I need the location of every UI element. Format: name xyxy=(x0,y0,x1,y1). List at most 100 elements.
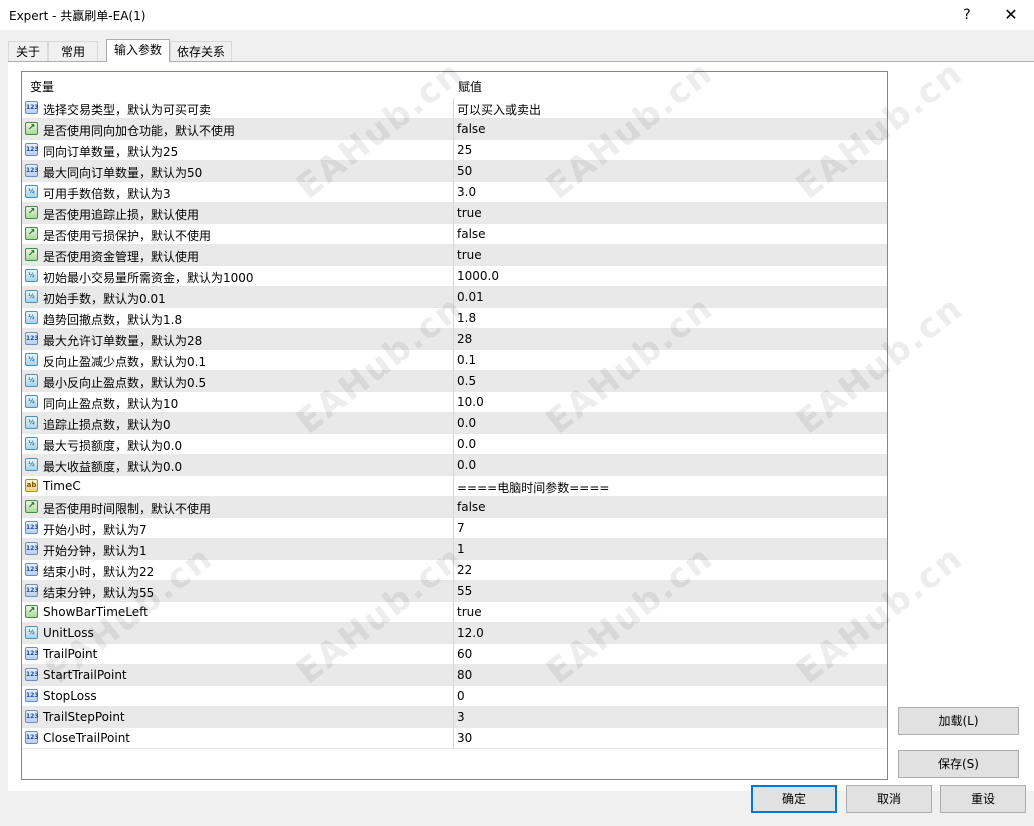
double-type-icon: ½ xyxy=(25,374,38,387)
parameter-row[interactable]: 123 最大同向订单数量，默认为50 50 xyxy=(22,161,887,182)
parameter-value[interactable]: 1.8 xyxy=(457,311,476,325)
parameter-name: 同向订单数量，默认为25 xyxy=(43,145,179,159)
boolean-type-icon: ↗ xyxy=(25,500,38,513)
parameter-value[interactable]: 12.0 xyxy=(457,626,484,640)
load-button[interactable]: 加载(L) xyxy=(898,707,1019,735)
parameter-value[interactable]: 30 xyxy=(457,731,472,745)
close-button[interactable]: ✕ xyxy=(999,4,1023,26)
double-type-icon: ½ xyxy=(25,437,38,450)
column-divider xyxy=(453,119,454,140)
parameter-value[interactable]: 0.0 xyxy=(457,458,476,472)
save-button[interactable]: 保存(S) xyxy=(898,750,1019,778)
tab-about[interactable]: 关于 xyxy=(8,41,48,61)
parameter-row[interactable]: ½ 最大收益额度，默认为0.0 0.0 xyxy=(22,455,887,476)
cancel-button[interactable]: 取消 xyxy=(846,785,932,813)
parameter-value[interactable]: 25 xyxy=(457,143,472,157)
parameter-value[interactable]: false xyxy=(457,227,486,241)
parameter-row[interactable]: 123 开始分钟，默认为1 1 xyxy=(22,539,887,560)
help-button[interactable]: ? xyxy=(955,4,979,26)
parameter-value[interactable]: 50 xyxy=(457,164,472,178)
parameter-value[interactable]: 55 xyxy=(457,584,472,598)
parameter-value[interactable]: 0.5 xyxy=(457,374,476,388)
parameter-row[interactable]: 123 最大允许订单数量，默认为28 28 xyxy=(22,329,887,350)
parameter-row[interactable]: ½ 反向止盈减少点数，默认为0.1 0.1 xyxy=(22,350,887,371)
parameter-value[interactable]: 7 xyxy=(457,521,465,535)
parameters-grid[interactable]: 变量 赋值 123 选择交易类型，默认为可买可卖 可以买入或卖出 ↗ 是否使用同向加仓功… xyxy=(21,71,888,780)
parameter-row[interactable]: ab TimeC ====电脑时间参数==== xyxy=(22,476,887,497)
parameter-row[interactable]: ↗ 是否使用时间限制，默认不使用 false xyxy=(22,497,887,518)
parameter-value[interactable]: 0 xyxy=(457,689,465,703)
parameter-value[interactable]: 3.0 xyxy=(457,185,476,199)
integer-type-icon: 123 xyxy=(25,332,39,345)
parameter-value[interactable]: 可以买入或卖出 xyxy=(457,101,541,118)
parameter-row[interactable]: ↗ 是否使用资金管理，默认使用 true xyxy=(22,245,887,266)
parameter-row[interactable]: 123 TrailPoint 60 xyxy=(22,644,887,665)
parameter-row[interactable]: ½ 可用手数倍数，默认为3 3.0 xyxy=(22,182,887,203)
parameter-value[interactable]: true xyxy=(457,206,482,220)
parameter-name: 是否使用时间限制，默认不使用 xyxy=(43,502,212,516)
parameter-row[interactable]: 123 StopLoss 0 xyxy=(22,686,887,707)
integer-type-icon: 123 xyxy=(25,584,39,597)
parameter-row[interactable]: 123 结束小时，默认为22 22 xyxy=(22,560,887,581)
parameter-name: 开始分钟，默认为1 xyxy=(43,544,147,558)
parameter-row[interactable]: ↗ ShowBarTimeLeft true xyxy=(22,602,887,623)
parameter-row[interactable]: 123 CloseTrailPoint 30 xyxy=(22,728,887,749)
parameter-row[interactable]: ↗ 是否使用同向加仓功能，默认不使用 false xyxy=(22,119,887,140)
window-title: Expert - 共赢刷单-EA(1) xyxy=(9,9,146,23)
integer-type-icon: 123 xyxy=(25,668,39,681)
double-type-icon: ½ xyxy=(25,416,38,429)
parameter-row[interactable]: ½ 趋势回撤点数，默认为1.8 1.8 xyxy=(22,308,887,329)
boolean-type-icon: ↗ xyxy=(25,227,38,240)
column-header-value[interactable]: 赋值 xyxy=(458,78,482,95)
double-type-icon: ½ xyxy=(25,353,38,366)
parameter-row[interactable]: ½ UnitLoss 12.0 xyxy=(22,623,887,644)
double-type-icon: ½ xyxy=(25,626,38,639)
column-header-variable[interactable]: 变量 xyxy=(30,78,54,95)
parameter-value[interactable]: true xyxy=(457,248,482,262)
parameter-row[interactable]: ½ 初始最小交易量所需资金，默认为1000 1000.0 xyxy=(22,266,887,287)
column-divider xyxy=(453,350,454,371)
tab-common[interactable]: 常用 xyxy=(48,41,98,61)
parameter-name: 是否使用亏损保护，默认不使用 xyxy=(43,229,212,243)
parameter-row[interactable]: 123 StartTrailPoint 80 xyxy=(22,665,887,686)
parameter-row[interactable]: 123 开始小时，默认为7 7 xyxy=(22,518,887,539)
parameter-value[interactable]: 60 xyxy=(457,647,472,661)
tab-dependencies[interactable]: 依存关系 xyxy=(170,41,232,61)
parameter-row[interactable]: ½ 追踪止损点数，默认为0 0.0 xyxy=(22,413,887,434)
parameter-row[interactable]: ½ 初始手数，默认为0.01 0.01 xyxy=(22,287,887,308)
parameter-value[interactable]: 0.0 xyxy=(457,416,476,430)
parameter-name: 趋势回撤点数，默认为1.8 xyxy=(43,313,183,327)
parameter-value[interactable]: 80 xyxy=(457,668,472,682)
string-type-icon: ab xyxy=(25,479,38,492)
parameter-row[interactable]: ↗ 是否使用亏损保护，默认不使用 false xyxy=(22,224,887,245)
parameter-value[interactable]: 0.0 xyxy=(457,437,476,451)
parameter-row[interactable]: ½ 最大亏损额度，默认为0.0 0.0 xyxy=(22,434,887,455)
tab-inputs[interactable]: 输入参数 xyxy=(106,39,170,62)
parameter-value[interactable]: 28 xyxy=(457,332,472,346)
reset-button[interactable]: 重设 xyxy=(940,785,1026,813)
parameter-name: 初始最小交易量所需资金，默认为1000 xyxy=(43,271,254,285)
parameter-row[interactable]: 123 结束分钟，默认为55 55 xyxy=(22,581,887,602)
parameter-value[interactable]: 0.01 xyxy=(457,290,484,304)
ok-button[interactable]: 确定 xyxy=(751,785,837,813)
parameter-name: 最大亏损额度，默认为0.0 xyxy=(43,439,183,453)
parameter-value[interactable]: 0.1 xyxy=(457,353,476,367)
parameter-value[interactable]: 1 xyxy=(457,542,465,556)
parameter-value[interactable]: 3 xyxy=(457,710,465,724)
parameter-value[interactable]: 10.0 xyxy=(457,395,484,409)
parameter-row[interactable]: 123 选择交易类型，默认为可买可卖 可以买入或卖出 xyxy=(22,98,887,119)
column-divider xyxy=(453,224,454,245)
parameter-value[interactable]: false xyxy=(457,122,486,136)
parameter-value[interactable]: 22 xyxy=(457,563,472,577)
parameter-row[interactable]: ½ 同向止盈点数，默认为10 10.0 xyxy=(22,392,887,413)
parameter-row[interactable]: 123 TrailStepPoint 3 xyxy=(22,707,887,728)
parameter-row[interactable]: 123 同向订单数量，默认为25 25 xyxy=(22,140,887,161)
column-divider xyxy=(453,182,454,203)
parameter-value[interactable]: ====电脑时间参数==== xyxy=(457,479,609,496)
parameter-row[interactable]: ↗ 是否使用追踪止损，默认使用 true xyxy=(22,203,887,224)
parameter-value[interactable]: true xyxy=(457,605,482,619)
parameter-row[interactable]: ½ 最小反向止盈点数，默认为0.5 0.5 xyxy=(22,371,887,392)
parameter-value[interactable]: false xyxy=(457,500,486,514)
parameter-name: 最小反向止盈点数，默认为0.5 xyxy=(43,376,207,390)
parameter-value[interactable]: 1000.0 xyxy=(457,269,499,283)
